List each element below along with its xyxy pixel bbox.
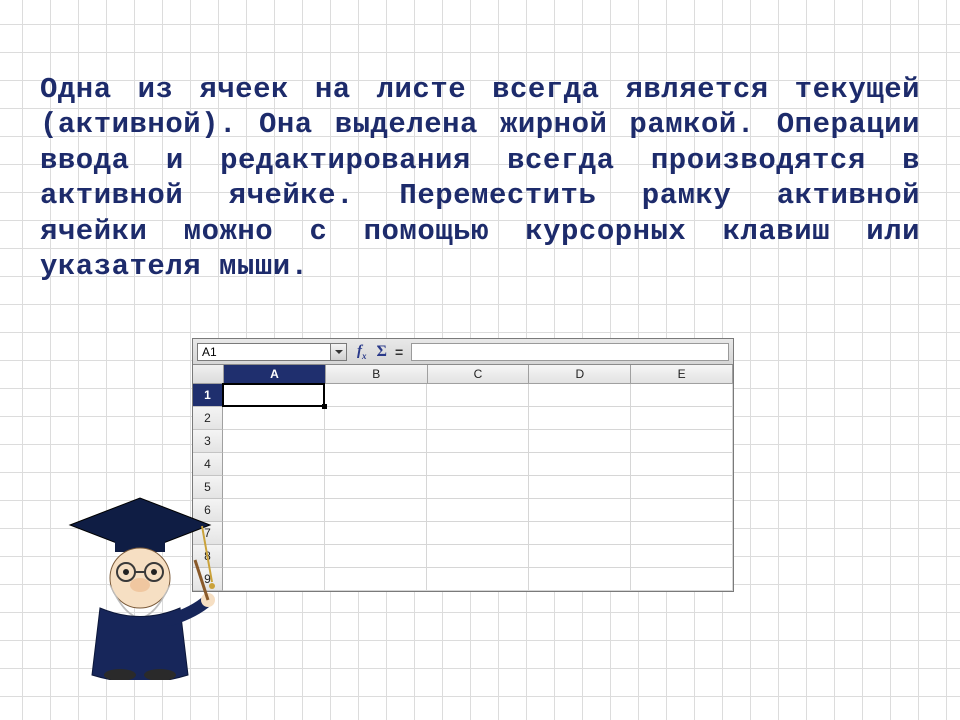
cell-a3[interactable] [223,430,325,452]
cell-a1[interactable] [223,384,325,406]
cell-e3[interactable] [631,430,733,452]
cell-b7[interactable] [325,522,427,544]
cell-a5[interactable] [223,476,325,498]
cell-e6[interactable] [631,499,733,521]
cell-b5[interactable] [325,476,427,498]
column-headers: A B C D E [193,365,733,384]
cell-c9[interactable] [427,568,529,590]
cell-a9[interactable] [223,568,325,590]
name-box[interactable]: A1 [197,343,347,361]
cell-a7[interactable] [223,522,325,544]
cell-d3[interactable] [529,430,631,452]
formula-bar-input[interactable] [411,343,729,361]
cell-e1[interactable] [631,384,733,406]
cell-d2[interactable] [529,407,631,429]
cell-c6[interactable] [427,499,529,521]
cells-area[interactable] [223,384,733,591]
cell-a4[interactable] [223,453,325,475]
cell-e5[interactable] [631,476,733,498]
row-header-1[interactable]: 1 [193,384,223,407]
select-all-corner[interactable] [193,365,224,383]
name-box-value: A1 [198,345,330,359]
cell-c7[interactable] [427,522,529,544]
cell-b2[interactable] [325,407,427,429]
cell-d7[interactable] [529,522,631,544]
cell-c4[interactable] [427,453,529,475]
cell-e8[interactable] [631,545,733,567]
col-header-b[interactable]: B [326,365,428,383]
cell-c1[interactable] [427,384,529,406]
paragraph-main: Одна из ячеек на листе всегда является т… [40,72,920,284]
cell-d8[interactable] [529,545,631,567]
cell-b8[interactable] [325,545,427,567]
cell-b3[interactable] [325,430,427,452]
grid-body: 1 2 3 4 5 6 7 8 9 [193,384,733,591]
table-row [223,384,733,407]
row-header-4[interactable]: 4 [193,453,223,476]
table-row [223,453,733,476]
cell-a6[interactable] [223,499,325,521]
chevron-down-icon [335,350,343,354]
cell-a2[interactable] [223,407,325,429]
table-row [223,499,733,522]
table-row [223,522,733,545]
cell-b1[interactable] [325,384,427,406]
mascot-professor-icon [60,490,220,680]
spreadsheet-mockup: A1 fx Σ = A B C D E 1 2 3 [192,338,734,592]
cell-d4[interactable] [529,453,631,475]
col-header-d[interactable]: D [529,365,631,383]
row-header-3[interactable]: 3 [193,430,223,453]
row-header-2[interactable]: 2 [193,407,223,430]
cell-d5[interactable] [529,476,631,498]
cell-d6[interactable] [529,499,631,521]
cell-b9[interactable] [325,568,427,590]
cell-e2[interactable] [631,407,733,429]
cell-e4[interactable] [631,453,733,475]
equals-label: = [395,344,403,360]
cell-c2[interactable] [427,407,529,429]
table-row [223,568,733,591]
cell-d9[interactable] [529,568,631,590]
fx-icon[interactable]: fx [355,343,369,361]
cell-c5[interactable] [427,476,529,498]
table-row [223,545,733,568]
col-header-c[interactable]: C [428,365,530,383]
slide-background: Одна из ячеек на листе всегда является т… [0,0,960,720]
spreadsheet-toolbar: A1 fx Σ = [193,339,733,365]
cell-b6[interactable] [325,499,427,521]
table-row [223,430,733,453]
table-row [223,407,733,430]
table-row [223,476,733,499]
cell-c3[interactable] [427,430,529,452]
sigma-icon[interactable]: Σ [377,343,387,361]
col-header-a[interactable]: A [224,365,326,383]
cell-e9[interactable] [631,568,733,590]
name-box-dropdown[interactable] [330,344,346,360]
cell-d1[interactable] [529,384,631,406]
cell-b4[interactable] [325,453,427,475]
cell-a8[interactable] [223,545,325,567]
cell-c8[interactable] [427,545,529,567]
col-header-e[interactable]: E [631,365,733,383]
cell-e7[interactable] [631,522,733,544]
